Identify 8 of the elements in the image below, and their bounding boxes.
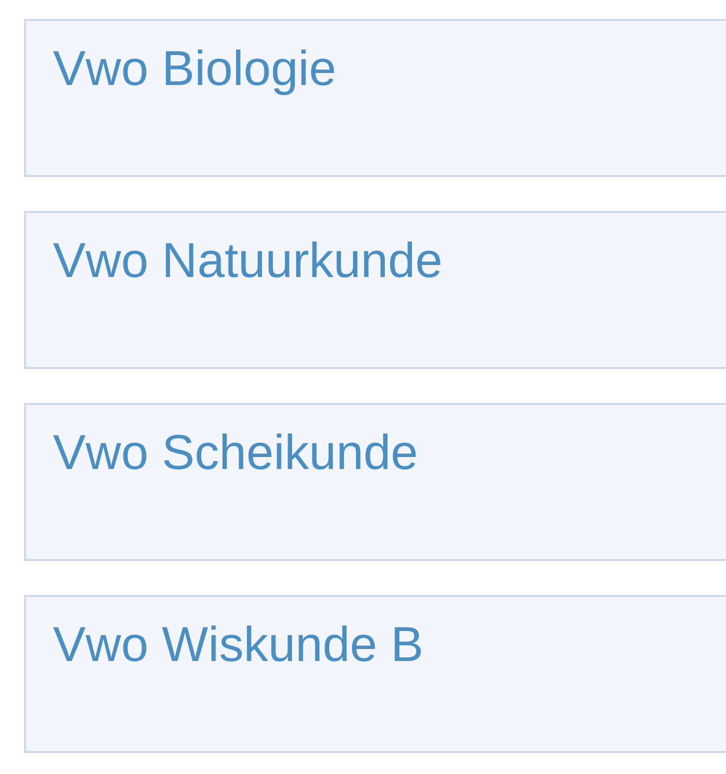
course-card[interactable]: Vwo Biologie (24, 19, 726, 177)
course-card[interactable]: Vwo Scheikunde (24, 403, 726, 561)
course-card[interactable]: Vwo Natuurkunde (24, 211, 726, 369)
course-card[interactable]: Vwo Wiskunde B (24, 595, 726, 753)
course-title: Vwo Scheikunde (53, 427, 418, 481)
course-title: Vwo Natuurkunde (53, 235, 443, 289)
course-title: Vwo Biologie (53, 43, 336, 97)
course-title: Vwo Wiskunde B (53, 619, 424, 673)
